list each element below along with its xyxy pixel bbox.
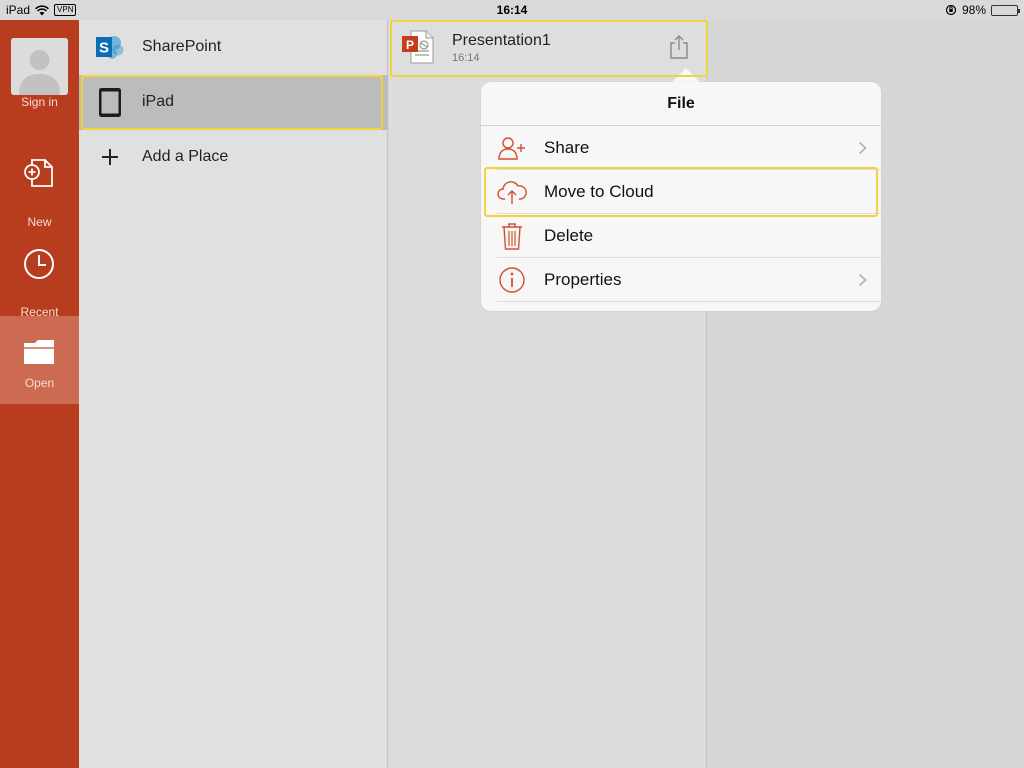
- rail-label: Open: [24, 376, 55, 390]
- rail-item-recent[interactable]: Recent: [0, 230, 79, 319]
- menu-item-properties[interactable]: Properties: [481, 258, 881, 302]
- sharepoint-icon: S: [96, 36, 124, 59]
- ipad-icon: [99, 88, 121, 117]
- menu-item-move-to-cloud[interactable]: Move to Cloud: [481, 170, 881, 214]
- menu-item-label: Move to Cloud: [544, 182, 654, 201]
- place-label: SharePoint: [142, 38, 222, 55]
- chevron-right-icon: [858, 273, 867, 287]
- add-person-icon: [498, 137, 525, 160]
- file-name: Presentation1: [452, 32, 551, 49]
- divider: [497, 301, 881, 302]
- folder-icon: [24, 340, 54, 364]
- rail-item-new[interactable]: New: [0, 140, 79, 229]
- avatar-icon: [11, 38, 68, 95]
- powerpoint-file-icon: P: [402, 30, 434, 64]
- rail-item-open[interactable]: Open: [0, 316, 79, 404]
- plus-icon: [102, 149, 118, 165]
- file-popover: File Share Move to Cloud Delete Properti…: [481, 82, 881, 311]
- battery-icon: [991, 4, 1020, 16]
- new-document-icon: [24, 159, 53, 187]
- place-label: Add a Place: [142, 148, 229, 165]
- menu-item-label: Properties: [544, 270, 622, 289]
- place-ipad[interactable]: iPad: [79, 75, 388, 130]
- place-label: iPad: [142, 93, 175, 110]
- status-bar: iPad VPN 16:14 98%: [0, 0, 1024, 20]
- share-icon[interactable]: [667, 34, 691, 60]
- cloud-upload-icon: [497, 181, 527, 204]
- rail-item-sign-in[interactable]: Sign in: [0, 20, 79, 109]
- add-place-button[interactable]: Add a Place: [79, 130, 388, 185]
- popover-title: File: [481, 82, 881, 126]
- menu-item-share[interactable]: Share: [481, 126, 881, 170]
- file-row-presentation1[interactable]: P Presentation1 16:14: [389, 20, 707, 77]
- trash-icon: [502, 223, 522, 250]
- popover-arrow: [672, 68, 700, 82]
- place-sharepoint[interactable]: S SharePoint: [79, 20, 388, 75]
- rail-label: New: [27, 215, 52, 229]
- chevron-right-icon: [858, 141, 867, 155]
- file-time: 16:14: [452, 52, 480, 64]
- menu-item-label: Share: [544, 138, 590, 157]
- svg-text:P: P: [406, 38, 414, 52]
- left-rail: Sign in New Recent Open: [0, 20, 79, 768]
- menu-item-delete[interactable]: Delete: [481, 214, 881, 258]
- rail-label: Sign in: [21, 95, 58, 109]
- orientation-lock-icon: [945, 4, 957, 16]
- places-panel: S SharePoint iPad Add a Place: [79, 20, 388, 768]
- menu-item-label: Delete: [544, 226, 594, 245]
- battery-percent: 98%: [961, 3, 986, 17]
- info-icon: [499, 267, 525, 293]
- svg-text:S: S: [99, 40, 109, 57]
- clock: 16:14: [496, 3, 528, 17]
- avatar: [11, 38, 68, 95]
- clock-icon: [24, 249, 54, 279]
